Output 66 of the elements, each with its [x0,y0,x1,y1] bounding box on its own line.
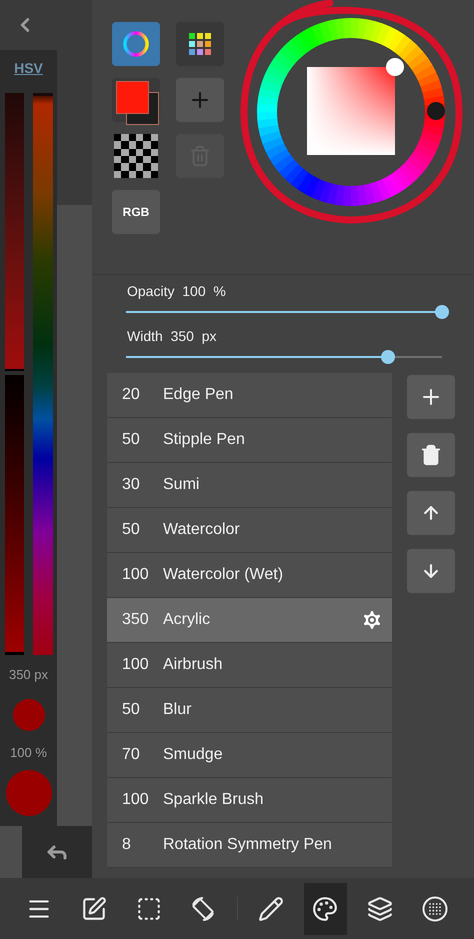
transparent-swatch[interactable] [112,134,160,178]
brush-name: Acrylic [163,610,210,630]
arrow-down-icon [421,561,441,581]
ring-icon [121,29,151,59]
move-up-button[interactable] [407,491,455,535]
slider-label: Width 350 px [127,328,218,344]
color-swatch[interactable] [112,78,160,122]
hue-handle[interactable] [427,102,445,120]
brush-row[interactable]: 350 Acrylic [107,598,392,643]
brush-size: 100 [122,565,150,585]
selection-icon [136,896,162,922]
brush-row[interactable]: 50 Watercolor [107,508,392,553]
square-handle[interactable] [386,58,404,76]
opacity-reading: 100 % [10,744,47,762]
brush-size: 70 [122,745,141,765]
slider-thumb[interactable] [381,350,396,364]
pencil-icon [258,896,284,922]
slider-label: Opacity 100 % [127,283,227,299]
brush-size: 100 [122,655,150,675]
brush-row[interactable]: 70 Smudge [107,733,392,778]
brush-row[interactable]: 100 Watercolor (Wet) [107,553,392,598]
brush-size: 8 [122,835,132,855]
dot-grid-icon [420,894,449,922]
brush-row[interactable]: 100 Airbrush [107,643,392,688]
undo-button[interactable] [22,826,92,878]
brush-name: Watercolor (Wet) [163,565,284,585]
add-color-button[interactable] [176,78,224,122]
width-reading: 350 px [8,666,48,684]
hue-slider[interactable] [32,93,52,655]
brush-size: 50 [122,430,141,450]
brush-name: Airbrush [163,655,223,675]
arrow-up-icon [421,503,441,523]
brush-name: Sumi [163,475,200,495]
brush-name: Edge Pen [163,385,234,405]
brush-name: Rotation Symmetry Pen [163,835,332,855]
edit-icon [80,896,107,922]
brush-row[interactable]: 8 Rotation Symmetry Pen [107,823,392,868]
brush-size: 100 [122,790,150,810]
add-brush-button[interactable] [407,375,455,419]
palette-mode-button[interactable] [176,22,224,66]
brush-row[interactable]: 30 Sumi [107,463,392,508]
brush-name: Sparkle Brush [163,790,264,810]
trash-icon [420,444,442,466]
brush-name: Blur [163,700,192,720]
delete-brush-button[interactable] [407,433,455,477]
brush-size: 30 [122,475,141,495]
brush-name: Stipple Pen [163,430,245,450]
color-wheel-mode-button[interactable] [112,22,160,66]
brush-name: Watercolor [163,520,240,540]
brush-row[interactable]: 100 Sparkle Brush [107,778,392,823]
brush-row[interactable]: 50 Stipple Pen [107,418,392,463]
brush-size: 350 [122,610,150,630]
brush-row[interactable]: 50 Blur [107,688,392,733]
brush-name: Smudge [163,745,223,765]
brush-size: 50 [122,520,141,540]
rgb-mode-button[interactable]: RGB [112,190,160,234]
slider-thumb[interactable] [435,305,449,319]
brush-row[interactable]: 20 Edge Pen [107,373,392,418]
brush-size: 50 [122,700,141,720]
brush-size: 20 [122,385,141,405]
color-grid-icon [189,33,211,55]
move-down-button[interactable] [407,549,455,593]
palette-icon [312,896,338,922]
layers-icon [367,896,394,922]
toolbar-button[interactable] [304,882,347,934]
hsv-link[interactable]: HSV [14,58,43,79]
